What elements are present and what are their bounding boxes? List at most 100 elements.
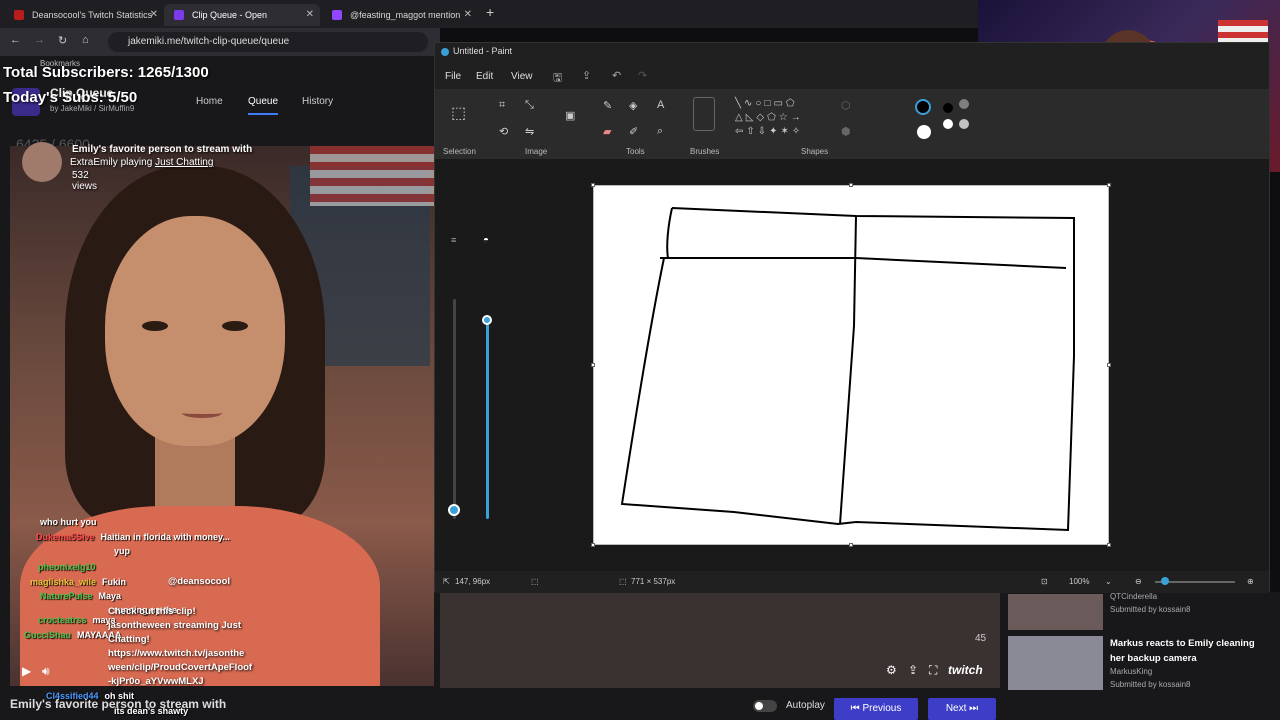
new-tab-icon[interactable]: + bbox=[486, 4, 494, 20]
chat-text: Check out this clip! bbox=[108, 606, 196, 617]
chat-text: Haitian in florida with money... bbox=[100, 532, 230, 542]
chat-link[interactable]: https://www.twitch.tv/jasonthe bbox=[108, 647, 244, 661]
url-field[interactable]: jakemiki.me/twitch-clip-queue/queue bbox=[108, 32, 428, 52]
playing-label: playing bbox=[120, 157, 153, 168]
brush-size-slider[interactable] bbox=[453, 299, 456, 519]
color-black[interactable] bbox=[943, 103, 953, 113]
image-select-icon[interactable]: ▣ bbox=[565, 109, 575, 122]
nav-home[interactable]: Home bbox=[196, 96, 223, 107]
resize-handle[interactable] bbox=[849, 183, 853, 187]
clip-video[interactable] bbox=[10, 146, 434, 686]
size-slider-thumb[interactable] bbox=[448, 504, 460, 516]
chat-link[interactable]: ween/clip/ProudCovertApeFloof bbox=[108, 661, 252, 675]
fill-icon[interactable]: ◈ bbox=[629, 99, 637, 112]
shapes-gallery[interactable]: ╲∿○□▭⬠ △◺◇⬠☆→ ⇦⇧⇩✦✶✧ bbox=[735, 97, 825, 139]
close-icon[interactable]: ✕ bbox=[464, 4, 472, 26]
menu-edit[interactable]: Edit bbox=[476, 71, 493, 82]
clip-icon bbox=[174, 10, 184, 20]
previous-button[interactable]: ⏮ Previous bbox=[834, 698, 918, 720]
eraser-icon[interactable]: ▰ bbox=[603, 125, 611, 138]
color-1-swatch[interactable] bbox=[915, 99, 931, 115]
paint-window: Untitled - Paint File Edit View 🖫 ⇪ ↶ ↷ … bbox=[434, 42, 1270, 593]
next-button[interactable]: Next ⏭ bbox=[928, 698, 996, 720]
tab-twitch-statistics[interactable]: Deansocool's Twitch Statistics ✕ bbox=[4, 4, 164, 26]
selection-icon[interactable]: ⬚ bbox=[451, 103, 466, 123]
pencil-icon[interactable]: ✎ bbox=[603, 99, 612, 112]
opacity-slider[interactable] bbox=[486, 319, 489, 519]
fill-shape-icon[interactable]: ⬢ bbox=[841, 125, 851, 138]
chat-link[interactable]: -kjPr0o_aYVwwMLXJ bbox=[108, 675, 204, 689]
twitch-logo[interactable]: twitch bbox=[948, 663, 983, 677]
chevron-down-icon[interactable]: ⌄ bbox=[1105, 577, 1112, 586]
outline-icon[interactable]: ⬡ bbox=[841, 99, 851, 112]
fullscreen-icon[interactable]: ⛶ bbox=[929, 663, 937, 678]
queue-item-title[interactable]: Markus reacts to Emily cleaning her back… bbox=[1110, 636, 1270, 666]
previous-label: Previous bbox=[862, 703, 902, 714]
zoom-in-icon[interactable]: ⊕ bbox=[1247, 577, 1254, 586]
avatar bbox=[22, 142, 62, 182]
resize-handle[interactable] bbox=[1107, 543, 1111, 547]
channel-name[interactable]: ExtraEmily bbox=[70, 157, 118, 168]
next-label: Next bbox=[945, 703, 967, 714]
back-icon[interactable]: ← bbox=[10, 34, 21, 46]
resize-handle[interactable] bbox=[1107, 363, 1111, 367]
tab-mention[interactable]: @feasting_maggot mention ✕ bbox=[322, 4, 478, 26]
menu-file[interactable]: File bbox=[445, 71, 461, 82]
fit-icon[interactable]: ⊡ bbox=[1041, 577, 1048, 586]
close-icon[interactable]: ✕ bbox=[150, 4, 158, 26]
resize-handle[interactable] bbox=[1107, 183, 1111, 187]
zoom-slider-thumb[interactable] bbox=[1161, 577, 1169, 585]
resize-handle[interactable] bbox=[591, 183, 595, 187]
volume-icon[interactable]: 🔊︎ bbox=[42, 664, 50, 679]
category-link[interactable]: Just Chatting bbox=[155, 157, 213, 168]
clip-title: Emily's favorite person to stream with bbox=[72, 144, 253, 155]
home-icon[interactable]: ⌂ bbox=[82, 34, 89, 46]
save-icon[interactable]: 🖫 bbox=[553, 69, 562, 88]
play-icon[interactable]: ▶ bbox=[22, 664, 31, 678]
chat-line: yup bbox=[108, 546, 130, 556]
flip-icon[interactable]: ⇋ bbox=[525, 125, 534, 138]
rotate-icon[interactable]: ⟲ bbox=[499, 125, 508, 138]
queue-thumbnail[interactable] bbox=[1008, 594, 1103, 630]
close-icon[interactable]: ✕ bbox=[306, 4, 314, 26]
crop-icon[interactable]: ⌗ bbox=[499, 99, 505, 112]
chat-user: maglishka_wile bbox=[30, 577, 97, 587]
selection-size-icon: ⬚ bbox=[531, 577, 539, 586]
chat-line: who hurt you bbox=[34, 517, 97, 527]
chat-text: yup bbox=[114, 546, 131, 556]
group-tools: Tools bbox=[626, 147, 645, 156]
color-2-swatch[interactable] bbox=[917, 125, 931, 139]
share-icon[interactable]: ⇪ bbox=[908, 663, 918, 677]
zoom-out-icon[interactable]: ⊖ bbox=[1135, 577, 1142, 586]
reload-icon[interactable]: ↻ bbox=[58, 34, 67, 47]
tab-clip-queue[interactable]: Clip Queue - Open ✕ bbox=[164, 4, 320, 26]
opacity-slider-thumb[interactable] bbox=[482, 315, 492, 325]
resize-handle[interactable] bbox=[591, 543, 595, 547]
zoom-level[interactable]: 100% bbox=[1069, 577, 1089, 586]
drawing-canvas[interactable] bbox=[593, 185, 1109, 545]
settings-icon[interactable]: ⚙ bbox=[886, 663, 897, 677]
resize-handle[interactable] bbox=[591, 363, 595, 367]
color-picker-icon[interactable]: ✐ bbox=[629, 125, 638, 138]
nav-history[interactable]: History bbox=[302, 96, 333, 107]
forward-icon[interactable]: → bbox=[34, 34, 45, 46]
queue-thumbnail[interactable] bbox=[1008, 636, 1103, 690]
share-icon[interactable]: ⇪ bbox=[582, 69, 591, 82]
undo-icon[interactable]: ↶ bbox=[612, 69, 621, 82]
resize-icon[interactable]: ⤡ bbox=[525, 99, 534, 112]
chat-text: Maya bbox=[98, 591, 122, 601]
redo-icon[interactable]: ↷ bbox=[638, 69, 647, 82]
chat-text: jasontheween streaming Just bbox=[108, 620, 242, 631]
resize-handle[interactable] bbox=[849, 543, 853, 547]
color-gray[interactable] bbox=[959, 99, 969, 109]
autoplay-toggle[interactable] bbox=[753, 700, 777, 712]
brushes-button[interactable] bbox=[693, 97, 715, 131]
menu-view[interactable]: View bbox=[511, 71, 533, 82]
opacity-icon: ◓ bbox=[483, 235, 490, 246]
color-white[interactable] bbox=[943, 119, 953, 129]
color-silver[interactable] bbox=[959, 119, 969, 129]
magnifier-icon[interactable]: ⌕ bbox=[657, 125, 663, 138]
chat-user: Dukema5Sive bbox=[36, 532, 95, 542]
nav-queue[interactable]: Queue bbox=[248, 96, 279, 115]
text-icon[interactable]: A bbox=[657, 99, 664, 111]
